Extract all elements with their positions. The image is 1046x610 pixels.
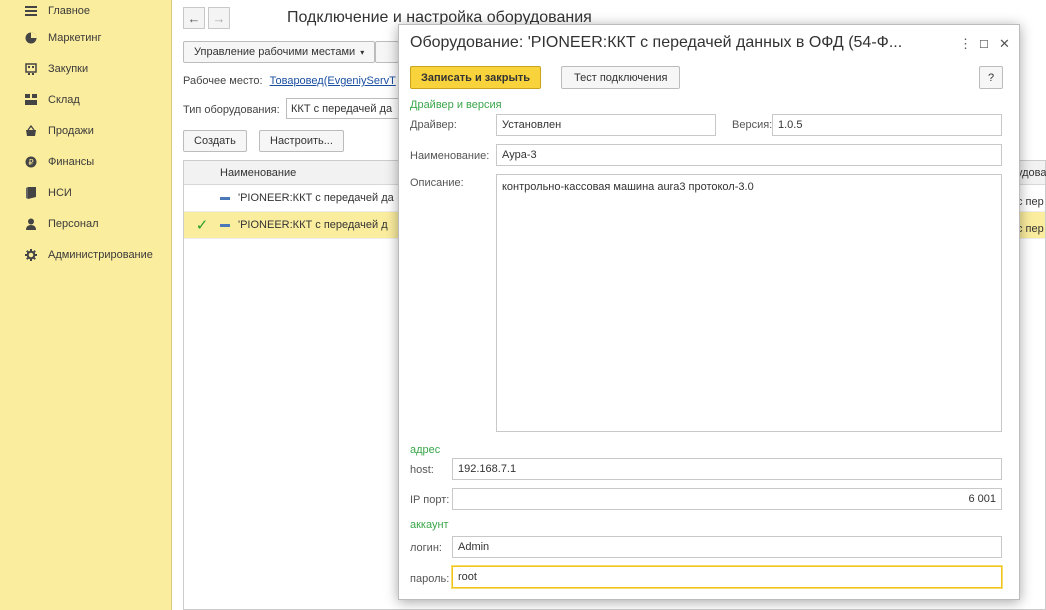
sidebar-item-label: Продажи — [48, 124, 94, 137]
sidebar-item-label: Финансы — [48, 155, 95, 168]
equipment-dialog: Оборудование: 'PIONEER:ККТ с передачей д… — [398, 24, 1020, 600]
sidebar: Главное Маркетинг Закупки Склад Продажи … — [0, 0, 172, 610]
menu-icon — [25, 5, 37, 17]
button-label: Управление рабочими местами — [194, 46, 356, 58]
checkmark-icon: ✓ — [195, 217, 209, 234]
sidebar-item-label: Закупки — [48, 62, 89, 75]
reference-icon — [25, 186, 37, 199]
create-button[interactable]: Создать — [183, 130, 247, 152]
maximize-icon[interactable]: ☐ — [979, 38, 989, 51]
sidebar-item-reference[interactable]: НСИ — [0, 177, 171, 208]
login-input[interactable]: Admin — [452, 536, 1002, 558]
version-label: Версия: — [732, 119, 773, 131]
password-input[interactable]: root — [452, 566, 1002, 588]
equipment-type-field[interactable]: ККТ с передачей да — [286, 98, 406, 119]
host-label: host: — [410, 464, 434, 476]
manage-workplaces-button[interactable]: Управление рабочими местами ▾ — [183, 41, 376, 63]
configure-button[interactable]: Настроить... — [259, 130, 344, 152]
save-close-button[interactable]: Записать и закрыть — [410, 66, 542, 89]
test-connection-button[interactable]: Тест подключения — [561, 66, 681, 89]
arrow-right-icon: → — [212, 10, 226, 26]
finance-icon: ₽ — [25, 156, 37, 168]
sidebar-item-admin[interactable]: Администрирование — [0, 239, 171, 270]
version-field[interactable]: 1.0.5 — [772, 114, 1002, 136]
row-name: 'PIONEER:ККТ с передачей да — [238, 192, 394, 204]
password-label: пароль: — [410, 573, 450, 585]
name-field[interactable]: Аура-3 — [496, 144, 1002, 166]
sidebar-item-marketing[interactable]: Маркетинг — [0, 22, 171, 53]
back-button[interactable]: ← — [183, 7, 205, 29]
row-right-text: с пер — [1017, 196, 1044, 208]
row-name: 'PIONEER:ККТ с передачей д — [238, 219, 388, 231]
sidebar-item-finance[interactable]: ₽ Финансы — [0, 146, 171, 177]
column-header-right: удова — [1017, 167, 1046, 179]
address-group-title: адрес — [410, 444, 441, 456]
sidebar-item-label: НСИ — [48, 186, 72, 199]
sidebar-item-label: Персонал — [48, 217, 99, 230]
marketing-icon — [25, 32, 37, 44]
sidebar-item-warehouse[interactable]: Склад — [0, 84, 171, 115]
login-label: логин: — [410, 542, 442, 554]
chevron-down-icon: ▾ — [360, 47, 365, 57]
sidebar-item-personnel[interactable]: Персонал — [0, 208, 171, 239]
driver-field[interactable]: Установлен — [496, 114, 716, 136]
driver-group-title: Драйвер и версия — [410, 99, 502, 111]
sidebar-item-label: Склад — [48, 93, 80, 106]
port-input[interactable]: 6 001 — [452, 488, 1002, 510]
name-label: Наименование: — [410, 150, 490, 162]
equipment-icon — [220, 196, 230, 200]
purchases-icon — [25, 62, 37, 75]
driver-label: Драйвер: — [410, 119, 457, 131]
sidebar-item-label: Маркетинг — [48, 31, 102, 44]
port-label: IP порт: — [410, 494, 450, 506]
equipment-icon — [220, 223, 230, 227]
column-header-name[interactable]: Наименование — [220, 167, 296, 179]
sidebar-item-purchases[interactable]: Закупки — [0, 53, 171, 84]
sidebar-item-label: Главное — [48, 5, 91, 17]
close-icon[interactable]: ✕ — [999, 36, 1010, 52]
warehouse-icon — [25, 94, 37, 106]
more-button[interactable] — [375, 41, 399, 63]
forward-button[interactable]: → — [208, 7, 230, 29]
row-right-text: с пер — [1017, 223, 1044, 235]
help-button[interactable]: ? — [979, 66, 1004, 89]
arrow-left-icon: ← — [187, 10, 201, 26]
svg-text:₽: ₽ — [28, 158, 33, 167]
workplace-link[interactable]: Товаровед(EvgeniyServT — [270, 75, 396, 87]
sidebar-item-main[interactable]: Главное — [0, 0, 171, 22]
host-input[interactable]: 192.168.7.1 — [452, 458, 1002, 480]
description-textarea[interactable]: контрольно-кассовая машина aura3 протоко… — [496, 174, 1002, 432]
sales-icon — [25, 124, 37, 137]
sidebar-item-sales[interactable]: Продажи — [0, 115, 171, 146]
personnel-icon — [25, 218, 37, 230]
gear-icon — [25, 248, 37, 261]
sidebar-item-label: Администрирование — [48, 248, 153, 261]
dialog-title: Оборудование: 'PIONEER:ККТ с передачей д… — [410, 34, 903, 51]
workplace-label: Рабочее место: — [183, 75, 263, 87]
description-label: Описание: — [410, 177, 464, 189]
more-actions-icon[interactable]: ⋮ — [959, 36, 972, 52]
equipment-type-label: Тип оборудования: — [183, 104, 280, 116]
account-group-title: аккаунт — [410, 519, 449, 531]
